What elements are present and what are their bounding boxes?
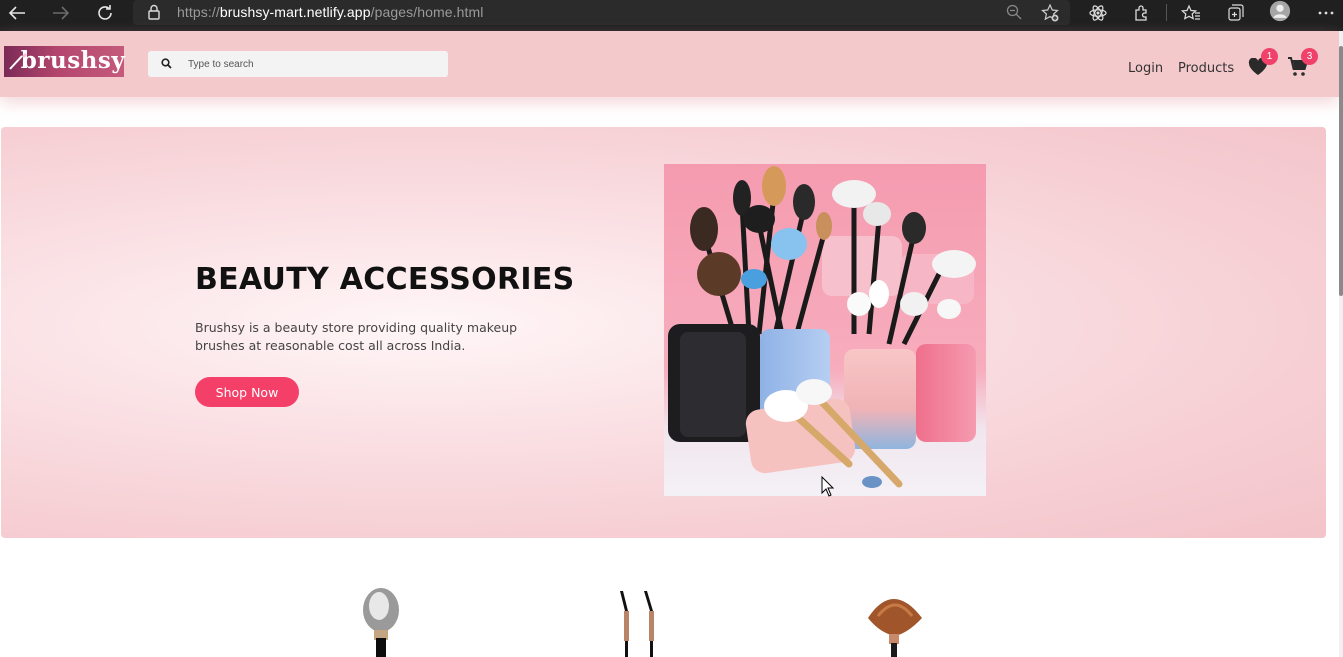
refresh-button[interactable] (88, 0, 122, 25)
favorites-icon[interactable] (1180, 2, 1202, 24)
hero-description: Brushsy is a beauty store providing qual… (195, 320, 518, 353)
site-header: brushsy Login Products 1 3 (0, 31, 1339, 97)
forward-button[interactable] (44, 0, 78, 25)
favorite-add-icon[interactable] (1040, 3, 1060, 23)
browser-toolbar: https://brushsy-mart.netlify.app/pages/h… (0, 0, 1343, 31)
collections-icon[interactable] (1225, 2, 1247, 24)
back-icon (8, 5, 25, 20)
lock-icon (148, 4, 160, 20)
logo-text: brushsy (20, 46, 126, 74)
hero-brushes-image (664, 164, 986, 496)
cart-button[interactable]: 3 (1287, 48, 1318, 78)
react-devtools-icon[interactable] (1087, 2, 1109, 24)
more-icon[interactable] (1315, 2, 1337, 24)
wishlist-count-badge: 1 (1261, 48, 1278, 65)
search-input[interactable] (188, 51, 438, 77)
extensions-icon[interactable] (1131, 2, 1153, 24)
brand-logo[interactable]: brushsy (4, 46, 126, 77)
product-fan-brush-thumbnail[interactable] (858, 588, 928, 657)
zoom-icon[interactable] (1005, 3, 1023, 21)
refresh-icon (98, 4, 112, 20)
shop-now-button[interactable]: Shop Now (195, 377, 299, 407)
brush-logo-icon (9, 53, 27, 70)
toolbar-divider (1166, 4, 1167, 21)
search-icon (161, 58, 172, 69)
search-box[interactable] (148, 51, 448, 77)
products-link[interactable]: Products (1178, 61, 1234, 76)
back-button[interactable] (0, 0, 34, 25)
login-link[interactable]: Login (1128, 61, 1163, 76)
wishlist-button[interactable]: 1 (1248, 48, 1278, 78)
mouse-cursor-icon (821, 476, 835, 497)
address-bar[interactable]: https://brushsy-mart.netlify.app/pages/h… (133, 0, 1070, 25)
hero-title: BEAUTY ACCESSORIES (195, 262, 575, 297)
product-brush-thumbnail[interactable] (346, 588, 416, 657)
profile-icon[interactable] (1269, 0, 1291, 22)
forward-icon (53, 5, 70, 20)
scrollbar-thumb[interactable] (1339, 46, 1343, 296)
product-eyeliner-brush-thumbnail[interactable] (604, 588, 674, 657)
cart-count-badge: 3 (1301, 48, 1318, 65)
url-text: https://brushsy-mart.netlify.app/pages/h… (177, 4, 484, 20)
